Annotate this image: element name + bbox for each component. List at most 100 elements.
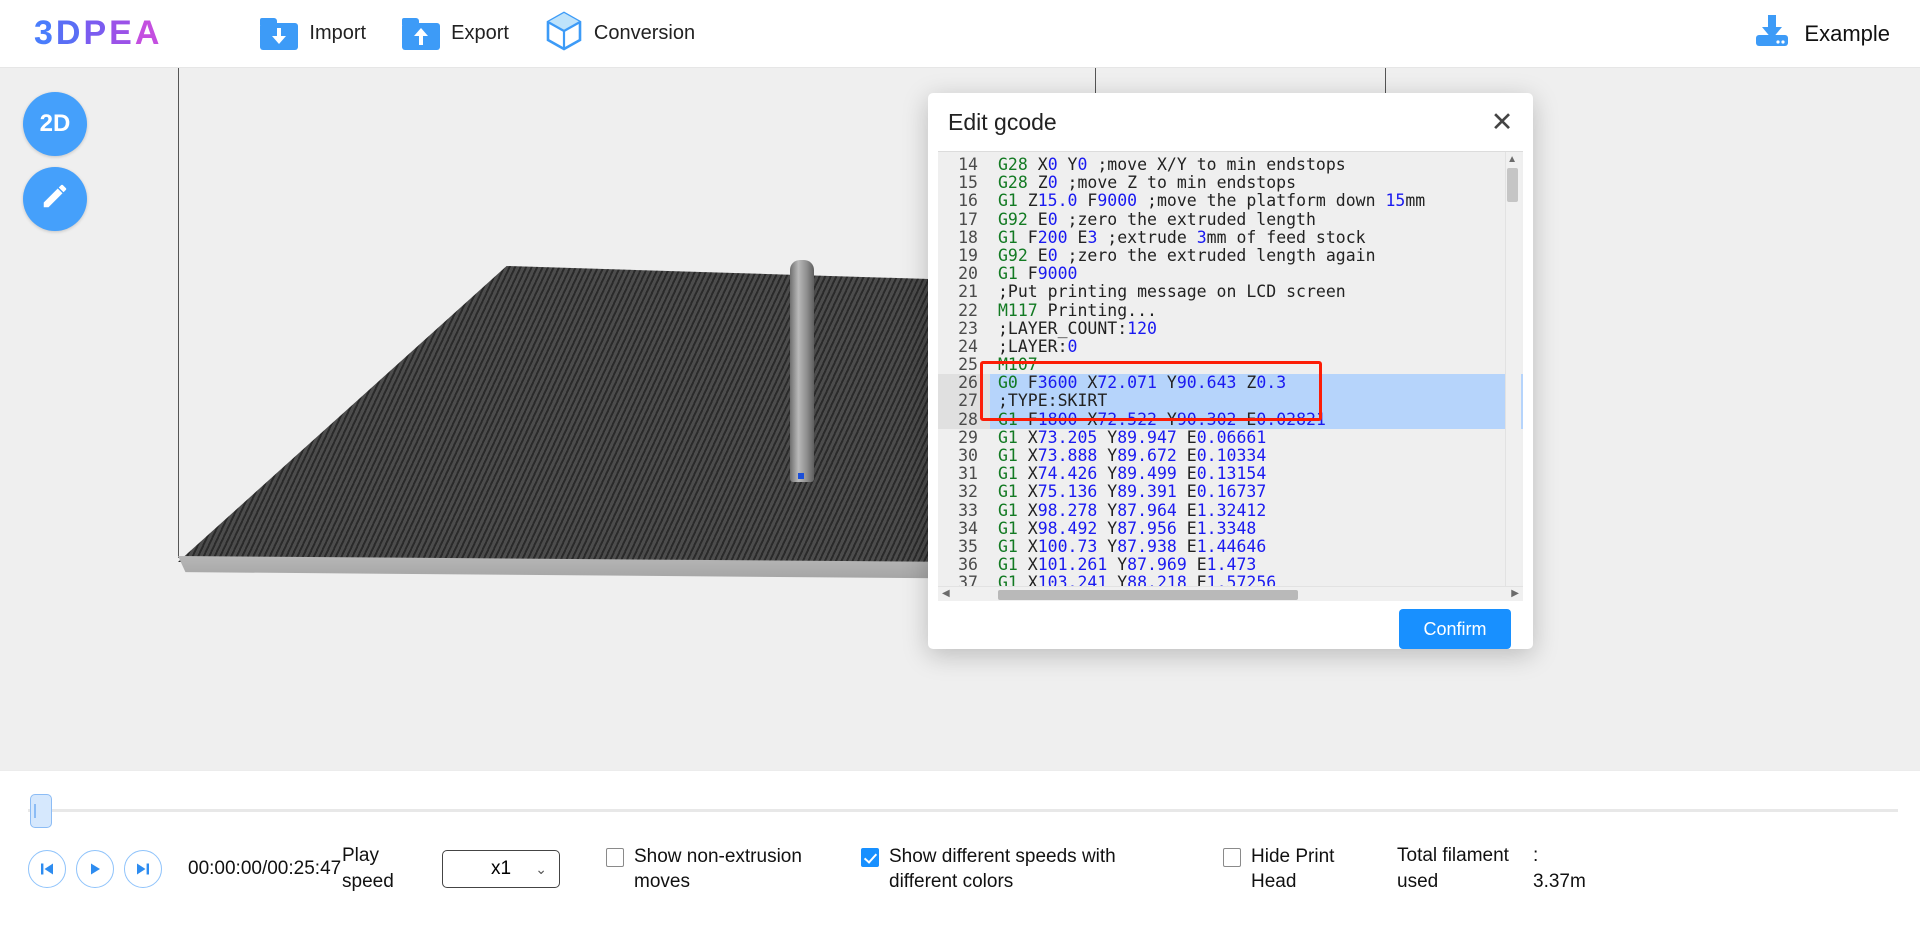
print-head-marker [798, 473, 804, 479]
gcode-line-text: M117 Printing... [990, 302, 1157, 320]
gcode-line[interactable]: 17G92 E0 ;zero the extruded length [938, 211, 1523, 229]
checkbox-show-non-extrusion-moves[interactable]: Show non-extrusion moves [606, 844, 811, 894]
gcode-line-number: 16 [938, 192, 990, 210]
gcode-line-text: G28 Z0 ;move Z to min endstops [990, 174, 1296, 192]
gcode-line-number: 17 [938, 211, 990, 229]
gcode-line-number: 14 [938, 156, 990, 174]
confirm-button[interactable]: Confirm [1399, 609, 1511, 649]
gcode-line-text: G92 E0 ;zero the extruded length again [990, 247, 1376, 265]
vertical-scroll-thumb[interactable] [1507, 168, 1518, 202]
gcode-line-number: 18 [938, 229, 990, 247]
skip-to-start-icon[interactable] [28, 850, 66, 888]
gcode-line-text: G1 F1800 X72.522 Y90.302 E0.02821 [990, 411, 1326, 429]
vertical-scrollbar[interactable]: ▲ ▼ [1505, 152, 1521, 601]
gcode-line[interactable]: 19G92 E0 ;zero the extruded length again [938, 247, 1523, 265]
gcode-line-text: G1 X75.136 Y89.391 E0.16737 [990, 483, 1266, 501]
cube-icon [545, 11, 583, 57]
checkbox-hide-print-head[interactable]: Hide Print Head [1223, 844, 1373, 894]
gcode-line[interactable]: 27;TYPE:SKIRT [938, 392, 1523, 410]
gcode-line-list[interactable]: 14G28 X0 Y0 ;move X/Y to min endstops15G… [938, 152, 1523, 601]
header-actions: Import Export Conversi [260, 11, 695, 57]
gcode-line-number: 26 [938, 374, 990, 392]
gcode-line[interactable]: 15G28 Z0 ;move Z to min endstops [938, 174, 1523, 192]
logo-letter-d: D [56, 14, 82, 53]
gcode-line-number: 23 [938, 320, 990, 338]
gcode-line-text: G1 F9000 [990, 265, 1078, 283]
edit-gcode-button[interactable] [23, 167, 87, 231]
gcode-line-text: G1 Z15.0 F9000 ;move the platform down 1… [990, 192, 1425, 210]
gcode-line[interactable]: 26G0 F3600 X72.071 Y90.643 Z0.3 [938, 374, 1523, 392]
gcode-line-number: 15 [938, 174, 990, 192]
gcode-line[interactable]: 32G1 X75.136 Y89.391 E0.16737 [938, 483, 1523, 501]
gcode-line-number: 20 [938, 265, 990, 283]
import-button[interactable]: Import [260, 18, 366, 50]
filament-value-group: : 3.37m [1533, 843, 1586, 895]
toggle-2d-button[interactable]: 2D [23, 92, 87, 156]
folder-download-icon [260, 18, 298, 50]
gcode-line[interactable]: 16G1 Z15.0 F9000 ;move the platform down… [938, 192, 1523, 210]
bed-guide-line [178, 68, 179, 558]
logo-letter-p: P [83, 14, 107, 53]
gcode-line[interactable]: 29G1 X73.205 Y89.947 E0.06661 [938, 429, 1523, 447]
close-icon[interactable]: ✕ [1487, 107, 1517, 137]
checkbox-box[interactable] [606, 848, 624, 867]
app-header: 3 D P E A Import Export [0, 0, 1920, 68]
gcode-line-number: 31 [938, 465, 990, 483]
gcode-line[interactable]: 35G1 X100.73 Y87.938 E1.44646 [938, 538, 1523, 556]
example-button[interactable]: Example [1752, 0, 1890, 68]
gcode-editor[interactable]: 14G28 X0 Y0 ;move X/Y to min endstops15G… [938, 151, 1523, 601]
chevron-up-icon[interactable]: ▲ [1507, 154, 1517, 165]
app-logo: 3 D P E A [34, 14, 160, 53]
logo-letter-3: 3 [34, 14, 54, 53]
checkbox-label: Show non-extrusion moves [634, 844, 811, 894]
checkbox-show-different-speeds[interactable]: Show different speeds with different col… [861, 844, 1161, 894]
toggle-2d-label: 2D [40, 110, 71, 138]
gcode-line-number: 19 [938, 247, 990, 265]
gcode-line[interactable]: 31G1 X74.426 Y89.499 E0.13154 [938, 465, 1523, 483]
horizontal-scroll-thumb[interactable] [998, 590, 1298, 600]
gcode-line-number: 34 [938, 520, 990, 538]
gcode-line[interactable]: 22M117 Printing... [938, 302, 1523, 320]
chevron-right-icon[interactable]: ▶ [1511, 588, 1519, 599]
gcode-line-number: 30 [938, 447, 990, 465]
export-button[interactable]: Export [402, 18, 509, 50]
gcode-line-number: 29 [938, 429, 990, 447]
checkbox-label: Hide Print Head [1251, 844, 1373, 894]
gcode-line-text: G1 X100.73 Y87.938 E1.44646 [990, 538, 1266, 556]
playback-time: 00:00:00/00:25:47 [188, 856, 316, 882]
gcode-line[interactable]: 34G1 X98.492 Y87.956 E1.3348 [938, 520, 1523, 538]
gcode-line-text: G1 X74.426 Y89.499 E0.13154 [990, 465, 1266, 483]
dialog-footer: Confirm [928, 601, 1533, 649]
play-speed-select[interactable]: x1 ⌄ [442, 850, 560, 888]
skip-to-end-icon[interactable] [124, 850, 162, 888]
gcode-line[interactable]: 28G1 F1800 X72.522 Y90.302 E0.02821 [938, 411, 1523, 429]
example-label: Example [1804, 21, 1890, 47]
gcode-line[interactable]: 14G28 X0 Y0 ;move X/Y to min endstops [938, 156, 1523, 174]
checkbox-box[interactable] [861, 848, 879, 867]
timeline-handle[interactable] [30, 794, 52, 828]
gcode-line-text: G1 X98.278 Y87.964 E1.32412 [990, 502, 1266, 520]
gcode-line[interactable]: 21;Put printing message on LCD screen [938, 283, 1523, 301]
gcode-line-text: G1 X73.888 Y89.672 E0.10334 [990, 447, 1266, 465]
gcode-line[interactable]: 23;LAYER_COUNT:120 [938, 320, 1523, 338]
gcode-line[interactable]: 36G1 X101.261 Y87.969 E1.473 [938, 556, 1523, 574]
play-icon[interactable] [76, 850, 114, 888]
gcode-line-number: 36 [938, 556, 990, 574]
gcode-line-text: G0 F3600 X72.071 Y90.643 Z0.3 [990, 374, 1286, 392]
gcode-line[interactable]: 33G1 X98.278 Y87.964 E1.32412 [938, 502, 1523, 520]
gcode-line[interactable]: 30G1 X73.888 Y89.672 E0.10334 [938, 447, 1523, 465]
checkbox-box[interactable] [1223, 848, 1241, 867]
conversion-button[interactable]: Conversion [545, 11, 695, 57]
gcode-line[interactable]: 18G1 F200 E3 ;extrude 3mm of feed stock [938, 229, 1523, 247]
dialog-header: Edit gcode ✕ [928, 93, 1533, 151]
horizontal-scrollbar[interactable]: ◀ ▶ [938, 586, 1523, 601]
gcode-line[interactable]: 20G1 F9000 [938, 265, 1523, 283]
timeline-track[interactable] [28, 809, 1898, 812]
gcode-line[interactable]: 24;LAYER:0 [938, 338, 1523, 356]
gcode-line-number: 22 [938, 302, 990, 320]
gcode-line[interactable]: 25M107 [938, 356, 1523, 374]
gcode-line-number: 21 [938, 283, 990, 301]
gcode-line-text: G1 X98.492 Y87.956 E1.3348 [990, 520, 1256, 538]
chevron-left-icon[interactable]: ◀ [942, 588, 950, 599]
logo-letter-e: E [109, 14, 133, 53]
